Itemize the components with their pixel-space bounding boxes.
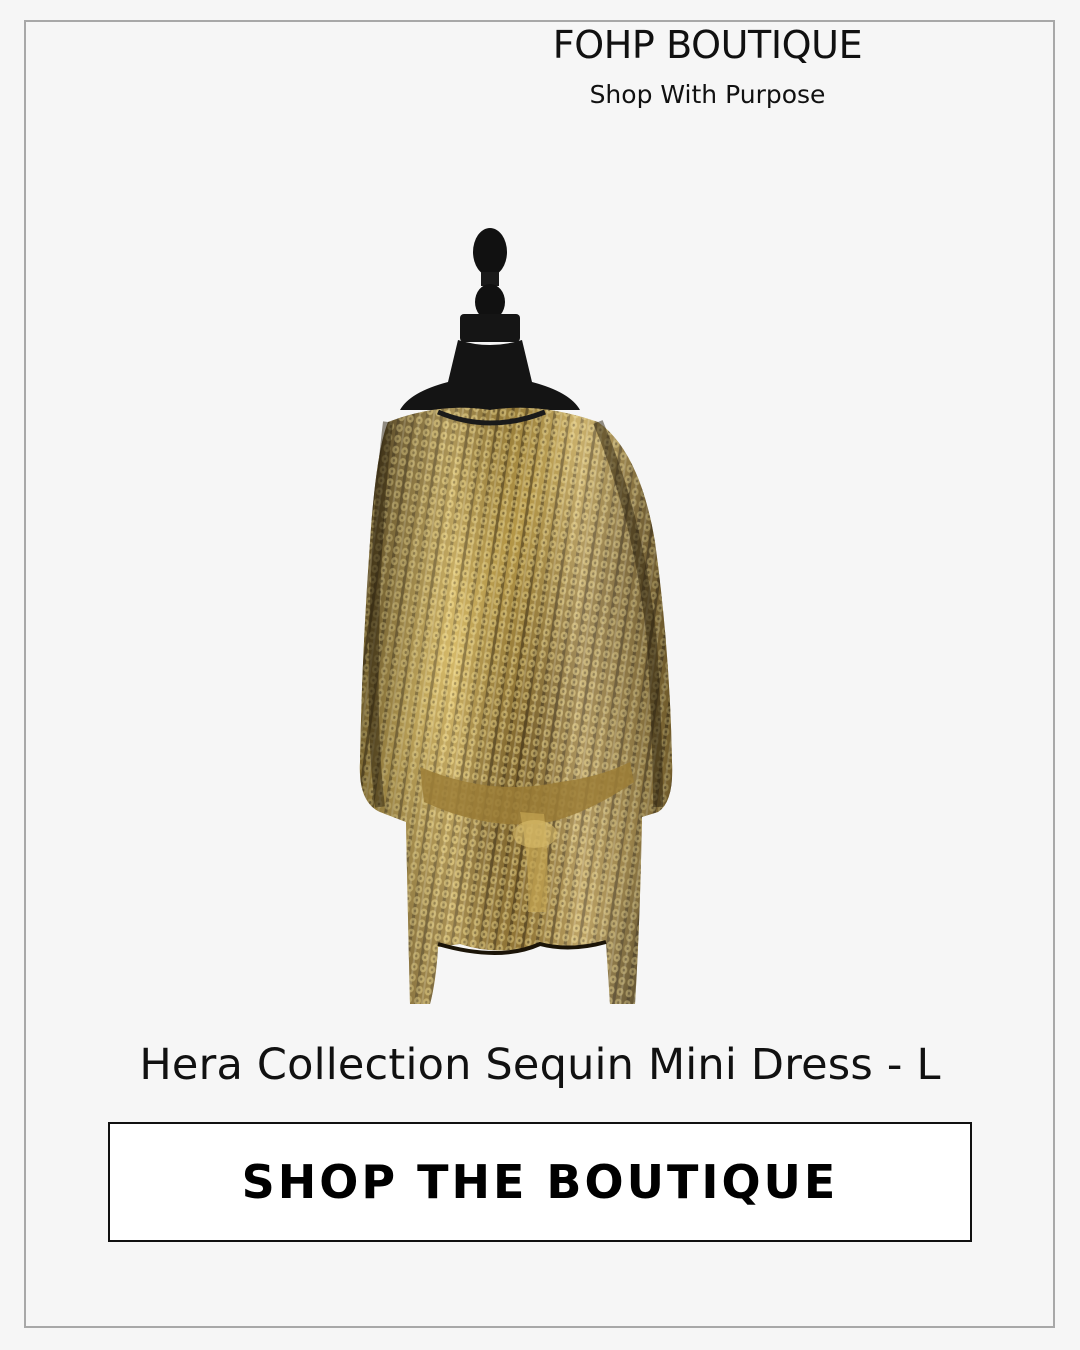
brand-title: FOHP BOUTIQUE bbox=[552, 23, 863, 67]
shop-the-boutique-button[interactable]: SHOP THE BOUTIQUE bbox=[108, 1122, 972, 1242]
shop-button-label: SHOP THE BOUTIQUE bbox=[241, 1155, 839, 1209]
product-image[interactable] bbox=[340, 222, 700, 1012]
product-name: Hera Collection Sequin Mini Dress - L bbox=[139, 1040, 941, 1090]
sequin-dress-on-mannequin-icon bbox=[359, 228, 673, 1004]
brand-tagline: Shop With Purpose bbox=[589, 80, 826, 109]
